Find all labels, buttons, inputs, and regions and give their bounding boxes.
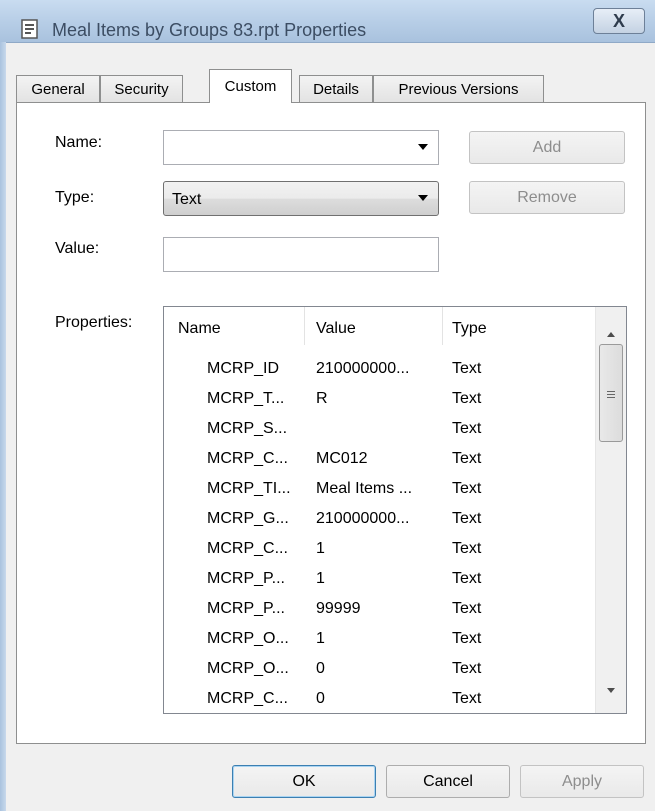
apply-button[interactable]: Apply (520, 765, 644, 798)
column-header-type[interactable]: Type (452, 320, 487, 338)
tab-previous-versions[interactable]: Previous Versions (373, 75, 544, 102)
property-type: Text (452, 360, 482, 377)
list-item[interactable]: MCRP_P... 99999 Text (164, 600, 594, 624)
property-value: R (316, 390, 328, 407)
property-value: 1 (316, 570, 325, 587)
property-name: MCRP_ID (207, 360, 280, 377)
properties-label: Properties: (55, 314, 133, 331)
property-value: Meal Items ... (316, 480, 413, 497)
properties-list[interactable]: Name Value Type MCRP_ID 210000000... Tex… (163, 306, 627, 714)
remove-button[interactable]: Remove (469, 181, 625, 214)
property-name: MCRP_TI... (207, 480, 291, 497)
window-frame (0, 42, 6, 811)
property-type: Text (452, 660, 482, 677)
window-title: Meal Items by Groups 83.rpt Properties (52, 20, 367, 40)
name-label: Name: (55, 134, 103, 151)
scroll-thumb[interactable] (599, 344, 623, 442)
document-properties-icon (21, 19, 38, 39)
list-item[interactable]: MCRP_ID 210000000... Text (164, 360, 594, 384)
property-name: MCRP_G... (207, 510, 289, 527)
property-name: MCRP_O... (207, 630, 289, 647)
title-bar[interactable]: Meal Items by Groups 83.rpt Properties X (0, 0, 655, 43)
property-value: 210000000... (316, 510, 410, 527)
list-item[interactable]: MCRP_O... 1 Text (164, 630, 594, 654)
grip-icon (607, 391, 615, 400)
chevron-down-icon[interactable] (418, 144, 428, 150)
value-input[interactable] (163, 237, 439, 272)
property-value: 210000000... (316, 360, 410, 377)
property-type: Text (452, 540, 482, 557)
property-type: Text (452, 420, 482, 437)
tab-custom[interactable]: Custom (209, 69, 292, 103)
chevron-down-icon[interactable] (418, 195, 428, 201)
property-value: 1 (316, 540, 325, 557)
property-name: MCRP_C... (207, 540, 288, 557)
add-button[interactable]: Add (469, 131, 625, 164)
type-label: Type: (55, 189, 95, 206)
tab-details[interactable]: Details (299, 75, 373, 102)
scroll-down-icon[interactable] (607, 688, 615, 693)
property-name: MCRP_P... (207, 570, 285, 587)
property-name: MCRP_C... (207, 690, 288, 707)
list-item[interactable]: MCRP_P... 1 Text (164, 570, 594, 594)
property-type: Text (452, 510, 482, 527)
vertical-scrollbar[interactable] (595, 307, 626, 713)
property-type: Text (452, 390, 482, 407)
property-value: MC012 (316, 450, 368, 467)
value-label: Value: (55, 240, 100, 257)
property-type: Text (452, 570, 482, 587)
list-item[interactable]: MCRP_G... 210000000... Text (164, 510, 594, 534)
close-button[interactable]: X (593, 8, 645, 34)
property-type: Text (452, 480, 482, 497)
property-type: Text (452, 630, 482, 647)
cancel-button[interactable]: Cancel (386, 765, 510, 798)
list-item[interactable]: MCRP_TI... Meal Items ... Text (164, 480, 594, 504)
list-item[interactable]: MCRP_S... Text (164, 420, 594, 444)
list-header: Name Value Type (164, 307, 594, 345)
close-icon: X (612, 10, 625, 31)
property-value: 99999 (316, 600, 361, 617)
property-type: Text (452, 450, 482, 467)
property-value: 0 (316, 690, 325, 707)
property-name: MCRP_S... (207, 420, 288, 437)
scroll-up-icon[interactable] (607, 332, 615, 337)
ok-button[interactable]: OK (232, 765, 376, 798)
tab-general[interactable]: General (16, 75, 100, 102)
property-type: Text (452, 600, 482, 617)
column-header-value[interactable]: Value (316, 320, 356, 338)
property-type: Text (452, 690, 482, 707)
name-combobox[interactable] (163, 130, 439, 165)
type-combobox[interactable]: Text (163, 181, 439, 216)
property-name: MCRP_P... (207, 600, 285, 617)
tab-security[interactable]: Security (100, 75, 183, 102)
list-item[interactable]: MCRP_C... MC012 Text (164, 450, 594, 474)
list-item[interactable]: MCRP_T... R Text (164, 390, 594, 414)
type-value: Text (172, 191, 202, 208)
list-item[interactable]: MCRP_C... 1 Text (164, 540, 594, 564)
property-value: 1 (316, 630, 325, 647)
property-value: 0 (316, 660, 325, 677)
property-name: MCRP_O... (207, 660, 289, 677)
property-name: MCRP_T... (207, 390, 285, 407)
column-header-name[interactable]: Name (178, 320, 221, 338)
list-item[interactable]: MCRP_O... 0 Text (164, 660, 594, 684)
property-name: MCRP_C... (207, 450, 288, 467)
list-item[interactable]: MCRP_C... 0 Text (164, 690, 594, 713)
